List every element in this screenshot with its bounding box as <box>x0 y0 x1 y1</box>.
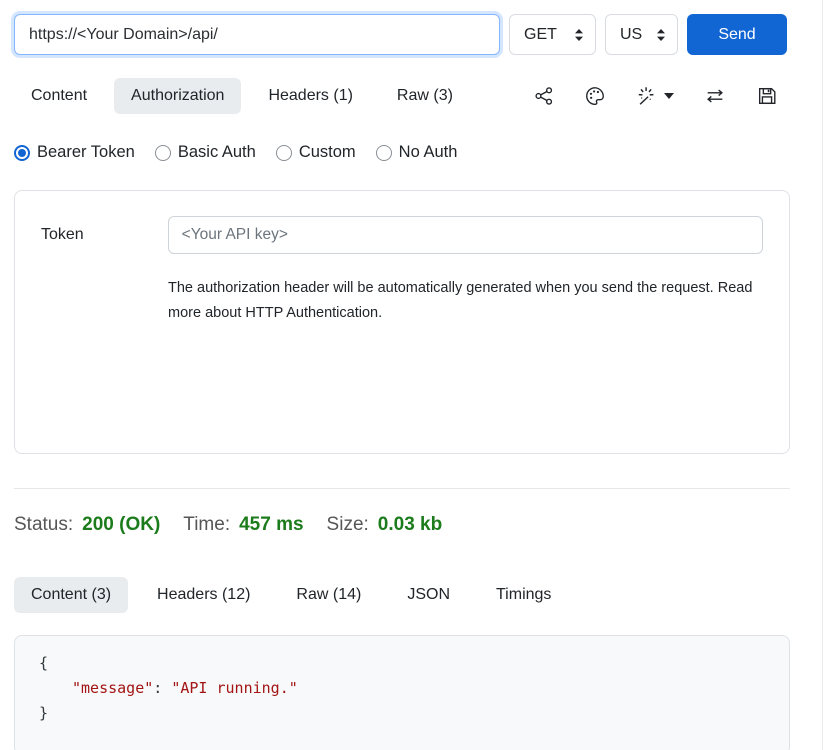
size-value: 0.03 kb <box>378 514 442 536</box>
api-client-page: GET US Send Content Authorization Header… <box>0 0 790 750</box>
radio-unselected-icon <box>276 145 292 161</box>
status-value: 200 (OK) <box>82 514 160 536</box>
status-label: Status: <box>14 514 73 536</box>
token-label: Token <box>41 226 168 244</box>
time-pair: Time: 457 ms <box>183 514 303 536</box>
size-label: Size: <box>327 514 369 536</box>
code-line: { <box>39 651 789 676</box>
select-updown-icon <box>655 28 667 42</box>
code-value: "API running." <box>171 679 297 697</box>
time-value: 457 ms <box>239 514 303 536</box>
code-line: } <box>39 701 789 726</box>
region-select[interactable]: US <box>605 14 678 55</box>
auth-panel: Token The authorization header will be a… <box>14 190 790 454</box>
caret-down-icon <box>664 93 674 99</box>
method-select-value: GET <box>524 26 557 44</box>
radio-bearer-token[interactable]: Bearer Token <box>14 143 135 162</box>
time-label: Time: <box>183 514 230 536</box>
tab-authorization[interactable]: Authorization <box>114 78 241 114</box>
request-toolbar <box>533 85 790 107</box>
response-body[interactable]: { "message": "API running." } <box>14 635 790 750</box>
radio-unselected-icon <box>155 145 171 161</box>
code-line: "message": "API running." <box>39 676 789 701</box>
code-key: "message" <box>72 679 153 697</box>
code-open-brace: { <box>39 654 48 672</box>
code-separator: : <box>153 679 171 697</box>
response-tabs: Content (3) Headers (12) Raw (14) JSON T… <box>14 577 790 613</box>
radio-label: Basic Auth <box>178 143 256 162</box>
region-select-value: US <box>620 26 642 44</box>
tab-raw[interactable]: Raw (3) <box>380 78 470 114</box>
token-input[interactable] <box>168 216 763 254</box>
radio-custom[interactable]: Custom <box>276 143 356 162</box>
response-summary: Status: 200 (OK) Time: 457 ms Size: 0.03… <box>14 514 790 536</box>
share-icon[interactable] <box>533 85 555 107</box>
radio-unselected-icon <box>376 145 392 161</box>
auth-type-options: Bearer Token Basic Auth Custom No Auth <box>14 143 790 162</box>
radio-label: Custom <box>299 143 356 162</box>
page-edge-line <box>822 0 823 750</box>
response-tab-raw[interactable]: Raw (14) <box>279 577 378 613</box>
swap-arrows-icon[interactable] <box>703 85 727 107</box>
method-select[interactable]: GET <box>509 14 596 55</box>
radio-no-auth[interactable]: No Auth <box>376 143 458 162</box>
code-close-brace: } <box>39 704 48 722</box>
auth-help-text: The authorization header will be automat… <box>168 276 753 326</box>
radio-basic-auth[interactable]: Basic Auth <box>155 143 256 162</box>
tab-headers[interactable]: Headers (1) <box>251 78 369 114</box>
token-row: Token <box>41 216 763 254</box>
radio-label: No Auth <box>399 143 458 162</box>
response-tab-json[interactable]: JSON <box>390 577 467 613</box>
palette-icon[interactable] <box>584 85 606 107</box>
status-pair: Status: 200 (OK) <box>14 514 160 536</box>
radio-label: Bearer Token <box>37 143 135 162</box>
select-updown-icon <box>573 28 585 42</box>
sparkle-menu-icon[interactable] <box>635 85 674 107</box>
response-tab-timings[interactable]: Timings <box>479 577 568 613</box>
url-input[interactable] <box>14 14 500 55</box>
radio-selected-icon <box>14 145 30 161</box>
request-tabs-row: Content Authorization Headers (1) Raw (3… <box>14 78 790 114</box>
response-tab-headers[interactable]: Headers (12) <box>140 577 267 613</box>
save-icon[interactable] <box>756 85 778 107</box>
tab-content[interactable]: Content <box>14 78 104 114</box>
request-tabs: Content Authorization Headers (1) Raw (3… <box>14 78 470 114</box>
request-bar: GET US Send <box>14 14 790 55</box>
size-pair: Size: 0.03 kb <box>327 514 443 536</box>
send-button[interactable]: Send <box>687 14 787 55</box>
divider <box>14 488 790 489</box>
response-tab-content[interactable]: Content (3) <box>14 577 128 613</box>
